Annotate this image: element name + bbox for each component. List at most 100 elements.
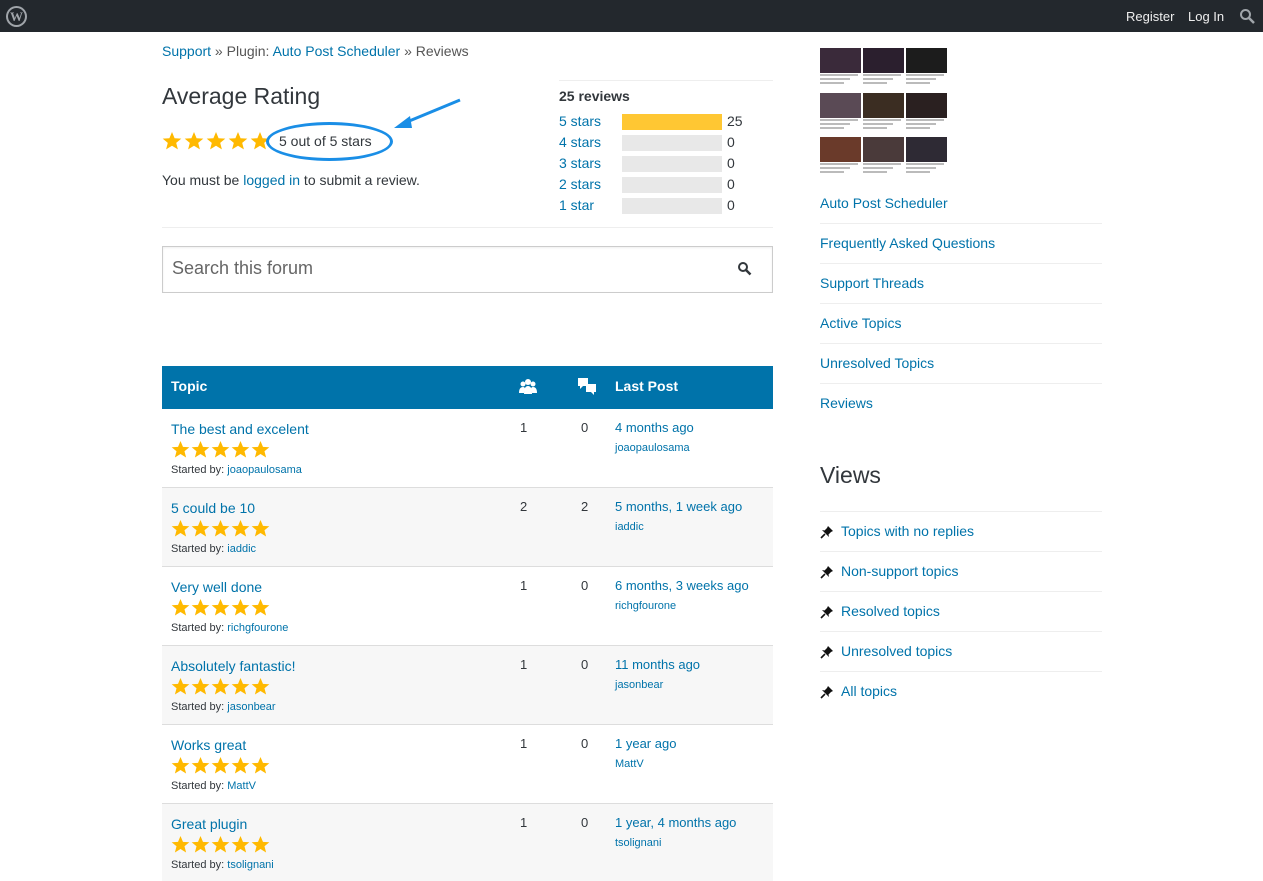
author-link[interactable]: richgfourone	[227, 622, 288, 634]
average-rating-stars	[162, 131, 270, 151]
topic-title-link[interactable]: The best and excelent	[171, 421, 309, 437]
video-thumbnail	[906, 137, 947, 162]
histogram-label-link[interactable]: 4 stars	[559, 134, 601, 150]
last-post-time-link[interactable]: 1 year ago	[615, 736, 676, 751]
histogram-row: 5 stars 25	[559, 113, 773, 130]
view-link[interactable]: Resolved topics	[841, 603, 940, 619]
pin-icon	[820, 646, 833, 659]
thumbnail-caption	[906, 74, 947, 86]
started-by-label: Started by:	[171, 859, 228, 871]
sidebar-link[interactable]: Support Threads	[820, 275, 924, 291]
search-input[interactable]	[172, 258, 712, 279]
table-body: The best and excelent Started by: joaopau…	[162, 409, 773, 881]
author-link[interactable]: jasonbear	[227, 701, 275, 713]
star-icon	[211, 756, 230, 774]
star-icon	[211, 598, 230, 616]
last-post-time-link[interactable]: 5 months, 1 week ago	[615, 499, 742, 514]
video-thumbnail	[863, 93, 904, 118]
topic-rating-stars	[171, 835, 270, 854]
thumbnail-caption	[906, 119, 947, 131]
star-icon	[211, 519, 230, 537]
topic-title-link[interactable]: Absolutely fantastic!	[171, 658, 296, 674]
last-post-user-link[interactable]: iaddic	[615, 521, 644, 533]
topic-title-link[interactable]: Works great	[171, 737, 246, 753]
histogram-label-link[interactable]: 2 stars	[559, 176, 601, 192]
plugin-screenshot-thumbnail[interactable]	[820, 48, 947, 174]
voices-count: 1	[520, 736, 528, 751]
sidebar-link[interactable]: Auto Post Scheduler	[820, 195, 948, 211]
histogram-label-link[interactable]: 3 stars	[559, 155, 601, 171]
last-post-time-link[interactable]: 4 months ago	[615, 420, 694, 435]
star-icon	[171, 440, 190, 458]
logged-in-link[interactable]: logged in	[243, 172, 300, 188]
last-post-user-link[interactable]: richgfourone	[615, 600, 676, 612]
star-icon	[171, 519, 190, 537]
video-thumbnail	[820, 137, 861, 162]
view-link[interactable]: Unresolved topics	[841, 643, 952, 659]
started-by-label: Started by:	[171, 622, 228, 634]
star-icon	[171, 835, 190, 853]
author-link[interactable]: MattV	[227, 780, 256, 792]
wordpress-logo-icon[interactable]: W	[6, 6, 27, 27]
breadcrumb-plugin-link[interactable]: Auto Post Scheduler	[273, 43, 401, 59]
star-icon	[251, 598, 270, 616]
started-by: Started by: tsolignani	[171, 859, 274, 871]
topic-title-link[interactable]: Great plugin	[171, 816, 247, 832]
topic-rating-stars	[171, 440, 270, 459]
topics-table: Topic Last Post The best and excelent Sta…	[162, 366, 773, 881]
topic-title-link[interactable]: Very well done	[171, 579, 262, 595]
video-thumbnail	[863, 48, 904, 73]
last-post-user-link[interactable]: jasonbear	[615, 679, 663, 691]
sidebar-link[interactable]: Active Topics	[820, 315, 901, 331]
video-thumbnail	[906, 93, 947, 118]
last-post-user-link[interactable]: MattV	[615, 758, 644, 770]
search-icon[interactable]	[1239, 8, 1255, 24]
last-post-user-link[interactable]: joaopaulosama	[615, 442, 690, 454]
histogram-bar	[622, 135, 722, 151]
sidebar-link[interactable]: Unresolved Topics	[820, 355, 934, 371]
posts-icon	[578, 378, 596, 395]
login-link[interactable]: Log In	[1188, 9, 1224, 24]
breadcrumb-plugin-prefix: Plugin:	[226, 43, 273, 59]
voices-icon	[519, 379, 537, 394]
author-link[interactable]: iaddic	[227, 543, 256, 555]
topic-rating-stars	[171, 519, 270, 538]
login-note: You must be logged in to submit a review…	[162, 172, 420, 188]
last-post-time-link[interactable]: 11 months ago	[615, 657, 700, 672]
last-post-column-header: Last Post	[615, 378, 679, 394]
review-count-title: 25 reviews	[559, 88, 630, 104]
annotation-ellipse	[266, 122, 393, 161]
last-post-user-link[interactable]: tsolignani	[615, 837, 661, 849]
topic-title-link[interactable]: 5 could be 10	[171, 500, 255, 516]
last-post-time-link[interactable]: 1 year, 4 months ago	[615, 815, 736, 830]
sidebar-item: Active Topics	[820, 304, 1102, 344]
view-link[interactable]: All topics	[841, 683, 897, 699]
star-icon	[211, 440, 230, 458]
sidebar-link[interactable]: Frequently Asked Questions	[820, 235, 995, 251]
thumbnail-caption	[820, 163, 861, 175]
register-link[interactable]: Register	[1126, 9, 1174, 24]
divider	[559, 80, 773, 81]
sidebar-links: Auto Post Scheduler Frequently Asked Ques…	[820, 184, 1102, 424]
star-icon	[251, 440, 270, 458]
breadcrumb-support-link[interactable]: Support	[162, 43, 211, 59]
search-icon[interactable]	[737, 261, 753, 277]
view-item: Non-support topics	[820, 552, 1102, 592]
histogram-label-link[interactable]: 1 star	[559, 197, 594, 213]
author-link[interactable]: tsolignani	[227, 859, 273, 871]
view-link[interactable]: Non-support topics	[841, 563, 959, 579]
breadcrumb-current: Reviews	[415, 43, 469, 59]
view-link[interactable]: Topics with no replies	[841, 523, 974, 539]
last-post-time-link[interactable]: 6 months, 3 weeks ago	[615, 578, 749, 593]
table-row: 5 could be 10 Started by: iaddic 2 2 5 month…	[162, 488, 773, 567]
sidebar-item: Frequently Asked Questions	[820, 224, 1102, 264]
histogram-label-link[interactable]: 5 stars	[559, 113, 601, 129]
sidebar-link[interactable]: Reviews	[820, 395, 873, 411]
thumbnail-caption	[863, 74, 904, 86]
login-note-suffix: to submit a review.	[300, 172, 420, 188]
author-link[interactable]: joaopaulosama	[227, 464, 302, 476]
video-thumbnail	[820, 48, 861, 73]
histogram-count: 0	[727, 197, 735, 213]
topic-rating-stars	[171, 756, 270, 775]
star-icon	[251, 835, 270, 853]
